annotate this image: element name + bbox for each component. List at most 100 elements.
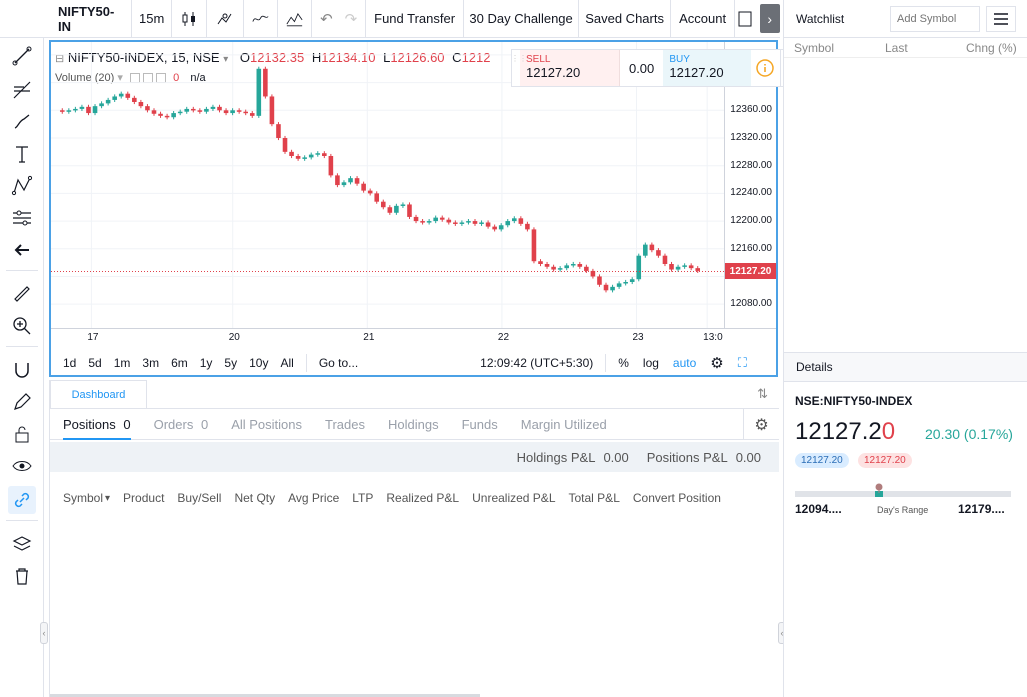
range-button[interactable]: 10y	[249, 356, 268, 370]
candle-body	[597, 276, 602, 285]
dashboard-tab[interactable]: Dashboard	[50, 380, 147, 408]
trade-widget: ⋮⋮ SELL 12127.20 0.00 BUY 12127.20 +−	[511, 49, 800, 87]
column-header[interactable]: Buy/Sell	[177, 491, 221, 505]
undo-icon[interactable]: ↶	[320, 10, 333, 28]
candle-body	[610, 286, 615, 291]
zoom-icon[interactable]	[8, 312, 36, 340]
candle-body	[217, 106, 222, 111]
column-header[interactable]: Total P&L	[569, 491, 620, 505]
more-icon[interactable]	[735, 0, 755, 37]
candle-body	[335, 175, 340, 186]
ruler-icon[interactable]	[8, 280, 36, 308]
lock-icon[interactable]	[8, 420, 36, 448]
range-button[interactable]: 1d	[63, 356, 76, 370]
tab-funds[interactable]: Funds	[462, 417, 498, 432]
column-header[interactable]: Convert Position	[633, 491, 721, 505]
account-button[interactable]: Account	[671, 0, 736, 37]
column-header[interactable]: Product	[123, 491, 164, 505]
candle-body	[472, 221, 478, 224]
pattern-icon[interactable]	[8, 172, 36, 200]
gear-icon[interactable]: ⚙	[743, 409, 779, 440]
drag-handle-icon[interactable]: ⋮⋮	[511, 55, 527, 80]
indicators-icon[interactable]	[244, 0, 279, 37]
eye-icon[interactable]	[8, 452, 36, 480]
candle-body	[498, 225, 504, 230]
add-symbol-input[interactable]	[890, 6, 980, 32]
forecast-icon[interactable]	[8, 204, 36, 232]
candle-body	[387, 207, 393, 213]
column-header[interactable]: Avg Price	[288, 491, 339, 505]
range-button[interactable]: 5d	[88, 356, 101, 370]
gear-icon[interactable]: ⚙	[710, 354, 723, 372]
text-tool-icon[interactable]	[8, 140, 36, 168]
magnet-icon[interactable]	[8, 356, 36, 384]
col-chng[interactable]: Chng (%)	[966, 41, 1017, 55]
column-header[interactable]: Net Qty	[234, 491, 275, 505]
right-panel: Watchlist Symbol Last Chng (%) Details N…	[783, 0, 1027, 697]
back-arrow-icon[interactable]	[8, 236, 36, 264]
sell-button[interactable]: SELL 12127.20	[520, 50, 620, 86]
sort-down-icon[interactable]: ▾	[105, 493, 110, 504]
details-price: 12127.20	[795, 418, 896, 445]
goto-button[interactable]: Go to...	[319, 356, 358, 370]
time-tick-label: 20	[228, 332, 240, 343]
range-button[interactable]: 1y	[200, 356, 213, 370]
tab-trades[interactable]: Trades	[325, 417, 365, 432]
interval-button[interactable]: 15m	[132, 0, 173, 37]
candle-body	[577, 264, 583, 267]
fib-tool-icon[interactable]	[8, 76, 36, 104]
tab-holdings[interactable]: Holdings	[388, 417, 439, 432]
range-button[interactable]: 6m	[171, 356, 188, 370]
chart-panel[interactable]: ⊟ NIFTY50-INDEX, 15, NSE ▾ O12132.35 H12…	[49, 40, 778, 377]
log-toggle[interactable]: log	[643, 356, 659, 370]
collapse-left-icon[interactable]: ‹	[40, 622, 48, 644]
column-header[interactable]: LTP	[352, 491, 373, 505]
range-button[interactable]: All	[280, 356, 293, 370]
fund-transfer-button[interactable]: Fund Transfer	[366, 0, 465, 37]
candle-body	[249, 113, 255, 116]
range-button[interactable]: 3m	[142, 356, 159, 370]
candle-body	[86, 106, 91, 114]
column-header[interactable]: Realized P&L	[386, 491, 459, 505]
link-icon[interactable]	[8, 486, 36, 514]
price-tick-label: 12200.00	[730, 215, 772, 227]
fullscreen-icon[interactable]: ⛶	[738, 355, 747, 371]
candles-icon[interactable]	[172, 0, 208, 37]
candle-body	[289, 151, 294, 156]
sort-icon[interactable]: ⇅	[757, 386, 768, 402]
challenge-button[interactable]: 30 Day Challenge	[464, 0, 580, 37]
tab-margin-utilized[interactable]: Margin Utilized	[521, 417, 607, 432]
buy-label: BUY	[669, 54, 690, 65]
column-header[interactable]: Symbol	[63, 491, 103, 505]
layers-icon[interactable]	[8, 530, 36, 558]
redo-icon[interactable]: ↷	[345, 10, 358, 28]
time-axis[interactable]: 17 20 21 22 23 13:0	[51, 328, 776, 348]
brush-icon[interactable]	[8, 108, 36, 136]
candle-body	[400, 204, 406, 206]
scroll-right-icon[interactable]: ›	[759, 4, 780, 33]
auto-toggle[interactable]: auto	[673, 356, 696, 370]
pencil-lock-icon[interactable]	[8, 388, 36, 416]
trend-line-icon[interactable]	[8, 42, 36, 70]
buy-button[interactable]: BUY 12127.20	[663, 50, 751, 86]
menu-icon[interactable]	[986, 6, 1016, 32]
col-last[interactable]: Last	[885, 41, 908, 55]
trash-icon[interactable]	[8, 562, 36, 590]
templates-icon[interactable]	[278, 0, 313, 37]
col-symbol[interactable]: Symbol	[794, 41, 834, 55]
symbol-search[interactable]: NIFTY50-IN	[0, 0, 133, 37]
range-button[interactable]: 1m	[114, 356, 131, 370]
info-icon[interactable]	[751, 50, 780, 86]
range-button[interactable]: 5y	[224, 356, 237, 370]
compare-icon[interactable]	[207, 0, 245, 37]
saved-charts-button[interactable]: Saved Charts	[579, 0, 672, 37]
percent-toggle[interactable]: %	[618, 356, 629, 370]
column-header[interactable]: Unrealized P&L	[472, 491, 555, 505]
time-tick-label: 21	[363, 332, 375, 343]
candle-body	[420, 221, 425, 223]
tab-orders[interactable]: Orders 0	[154, 417, 209, 432]
tab-all-positions[interactable]: All Positions	[231, 417, 302, 432]
tab-positions[interactable]: Positions 0	[63, 417, 131, 440]
candle-body	[453, 222, 458, 224]
candle-body	[92, 106, 98, 114]
